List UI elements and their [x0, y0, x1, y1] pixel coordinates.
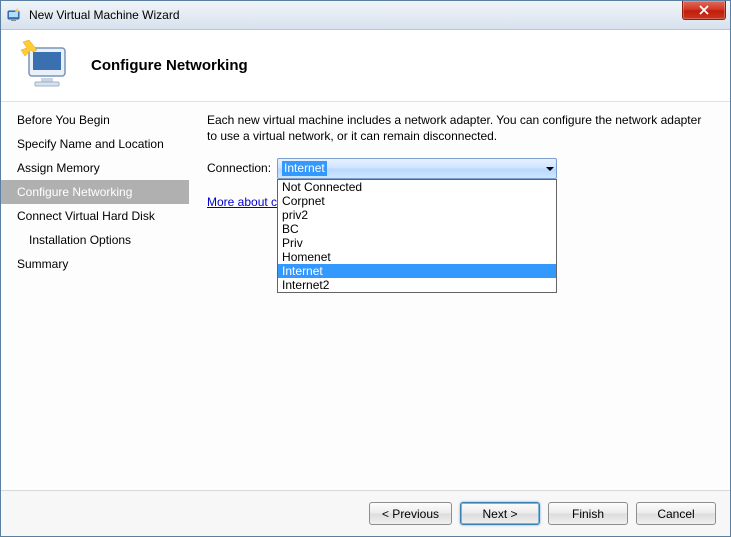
app-icon: [7, 7, 23, 23]
window-title: New Virtual Machine Wizard: [29, 8, 180, 22]
step-installation-options[interactable]: Installation Options: [1, 228, 189, 252]
step-before-you-begin[interactable]: Before You Begin: [1, 108, 189, 132]
step-connect-virtual-hard-disk[interactable]: Connect Virtual Hard Disk: [1, 204, 189, 228]
connection-option[interactable]: Homenet: [278, 250, 556, 264]
wizard-steps-sidebar: Before You Begin Specify Name and Locati…: [1, 102, 189, 490]
page-title: Configure Networking: [91, 57, 248, 74]
close-button[interactable]: [682, 1, 726, 20]
connection-option[interactable]: priv2: [278, 208, 556, 222]
connection-option[interactable]: Priv: [278, 236, 556, 250]
connection-combobox[interactable]: Internet Not Connected Corpnet priv2 BC …: [277, 158, 557, 179]
finish-button[interactable]: Finish: [548, 502, 628, 525]
connection-option[interactable]: BC: [278, 222, 556, 236]
connection-selected-value: Internet: [282, 161, 327, 176]
previous-button[interactable]: < Previous: [369, 502, 452, 525]
connection-option[interactable]: Corpnet: [278, 194, 556, 208]
wizard-content: Each new virtual machine includes a netw…: [189, 102, 730, 490]
wizard-icon: [15, 38, 75, 94]
step-specify-name-location[interactable]: Specify Name and Location: [1, 132, 189, 156]
close-icon: [699, 5, 709, 15]
connection-option[interactable]: Not Connected: [278, 180, 556, 194]
step-configure-networking[interactable]: Configure Networking: [1, 180, 189, 204]
page-description: Each new virtual machine includes a netw…: [207, 112, 712, 144]
cancel-button[interactable]: Cancel: [636, 502, 716, 525]
step-assign-memory[interactable]: Assign Memory: [1, 156, 189, 180]
title-bar: New Virtual Machine Wizard: [1, 1, 730, 30]
wizard-footer: < Previous Next > Finish Cancel: [1, 490, 730, 536]
connection-dropdown-list: Not Connected Corpnet priv2 BC Priv Home…: [277, 179, 557, 293]
next-button[interactable]: Next >: [460, 502, 540, 525]
connection-option[interactable]: Internet2: [278, 278, 556, 292]
chevron-down-icon: [546, 167, 554, 171]
step-summary[interactable]: Summary: [1, 252, 189, 276]
wizard-header: Configure Networking: [1, 30, 730, 102]
connection-option[interactable]: Internet: [278, 264, 556, 278]
connection-label: Connection:: [207, 158, 271, 175]
